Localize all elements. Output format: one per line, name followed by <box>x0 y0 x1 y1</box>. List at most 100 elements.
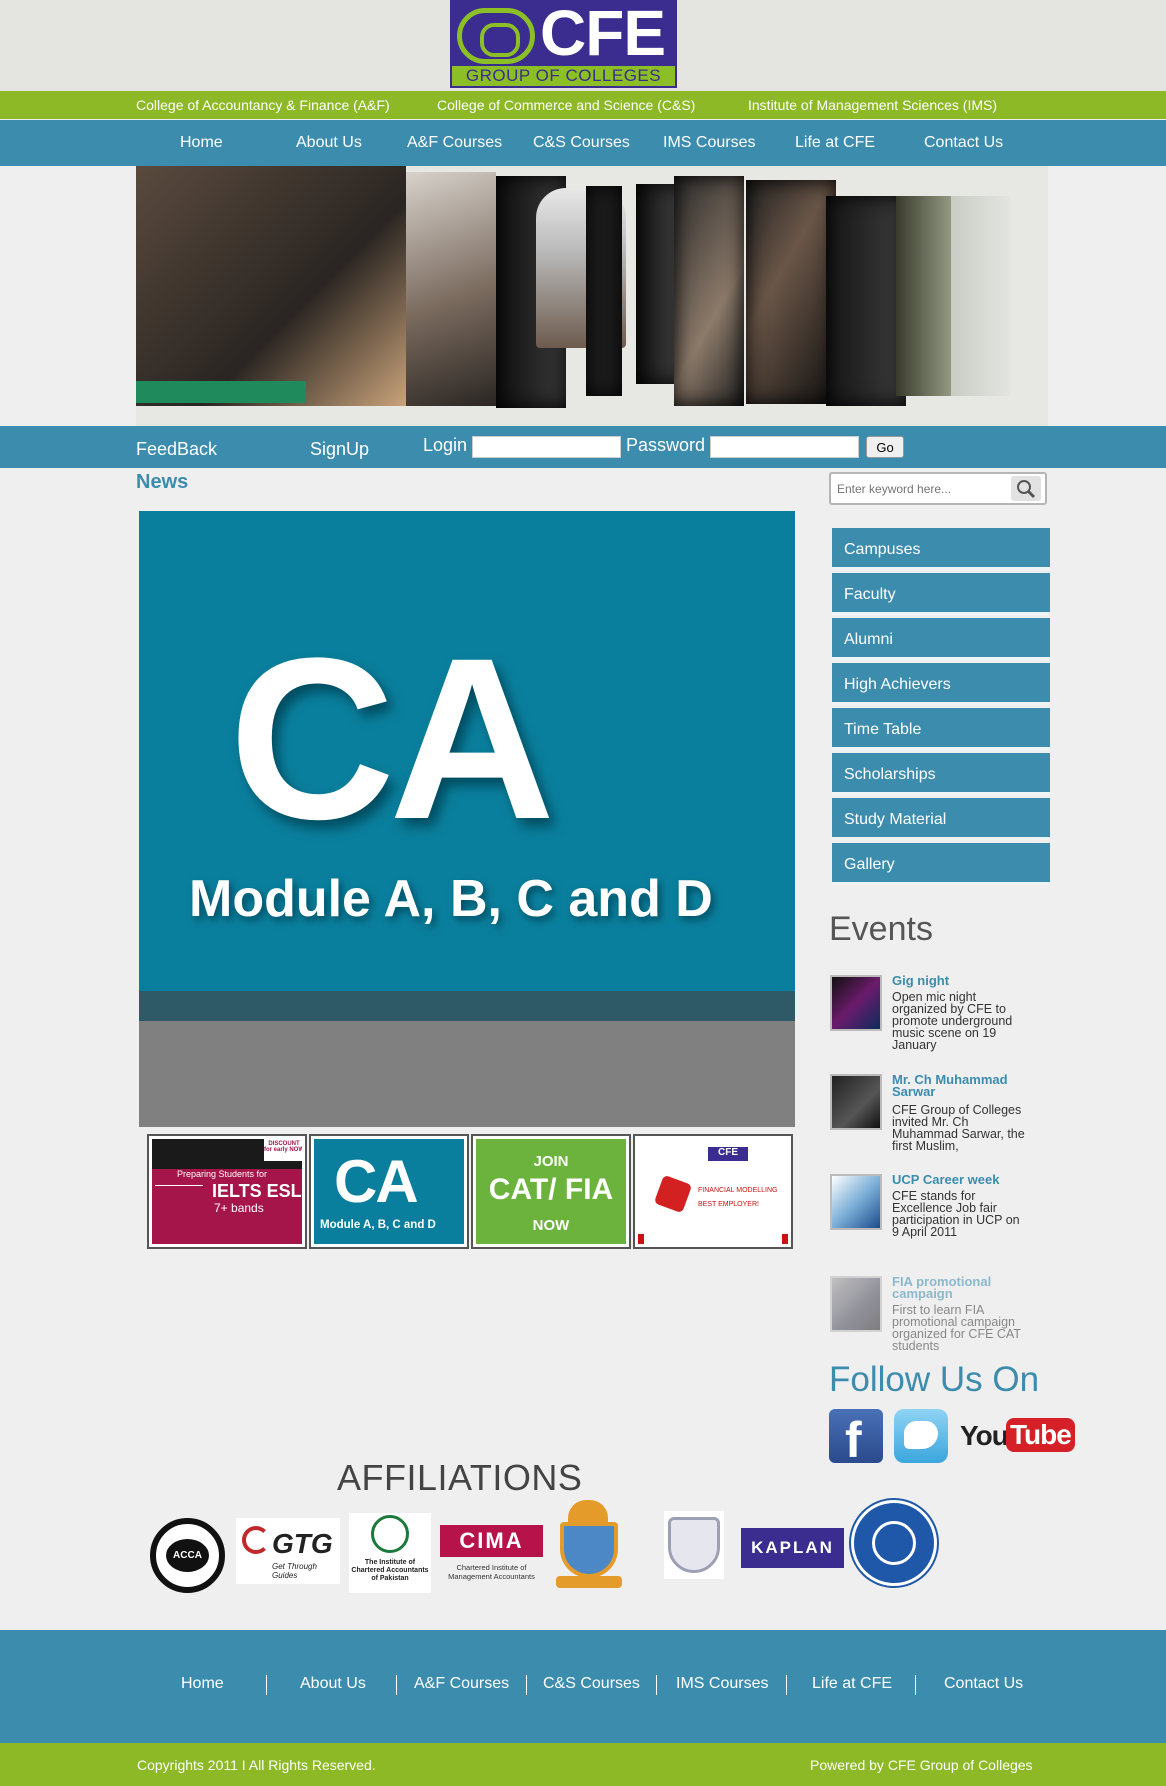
event-title[interactable]: Mr. Ch Muhammad Sarwar <box>892 1073 1032 1098</box>
gtg-logo[interactable]: GTG Get Through Guides <box>236 1518 340 1584</box>
sidebar-item-gallery[interactable]: Gallery <box>832 843 1050 885</box>
sidebar-item-faculty[interactable]: Faculty <box>832 573 1050 615</box>
thumb-text: BEST EMPLOYER! <box>698 1201 759 1208</box>
search-button[interactable] <box>1011 476 1041 501</box>
event-thumbnail <box>830 1074 882 1130</box>
banner-fade <box>951 196 1011 396</box>
acca-logo[interactable]: ACCA <box>150 1518 225 1593</box>
event-title[interactable]: Gig night <box>892 974 1032 987</box>
sidebar-item-time-table[interactable]: Time Table <box>832 708 1050 750</box>
search-icon <box>1017 480 1036 499</box>
twitter-bird <box>904 1421 938 1449</box>
header: CFE GROUP OF COLLEGES <box>0 0 1166 91</box>
news-thumb-financial-modelling[interactable]: CFE FINANCIAL MODELLING BEST EMPLOYER! <box>633 1134 793 1249</box>
event-title[interactable]: FIA promotional campaign <box>892 1275 1032 1300</box>
thumb-text: CA <box>334 1148 419 1215</box>
thumb-text: CFE <box>708 1147 748 1161</box>
footer-divider <box>915 1675 916 1695</box>
gtg-mark-icon <box>242 1526 270 1554</box>
college-link-cs[interactable]: College of Commerce and Science (C&S) <box>437 97 695 113</box>
event-item[interactable]: FIA promotional campaign First to learn … <box>830 1275 1032 1356</box>
nav-af-courses[interactable]: A&F Courses <box>407 134 502 152</box>
footer-link-about-us[interactable]: About Us <box>300 1675 366 1693</box>
nav-life-at-cfe[interactable]: Life at CFE <box>795 134 875 152</box>
logo-subtitle: GROUP OF COLLEGES <box>452 66 675 86</box>
nav-home[interactable]: Home <box>180 134 223 152</box>
nav-ims-courses[interactable]: IMS Courses <box>663 134 755 152</box>
nav-about-us[interactable]: About Us <box>296 134 362 152</box>
twitter-icon[interactable] <box>894 1409 948 1463</box>
icap-logo[interactable]: The Institute of Chartered Accountants o… <box>349 1513 431 1593</box>
event-description: CFE Group of Colleges invited Mr. Ch Muh… <box>892 1103 1025 1153</box>
event-item[interactable]: Mr. Ch Muhammad Sarwar CFE Group of Coll… <box>830 1073 1032 1154</box>
cima-logo[interactable]: CIMA Chartered Institute of Management A… <box>440 1525 543 1593</box>
slide-caption-bar <box>139 991 795 1021</box>
crest-shield-icon <box>560 1522 618 1578</box>
thumb-text: Module A, B, C and D <box>320 1219 436 1231</box>
copyright-text: Copyrights 2011 I All Rights Reserved. <box>137 1757 376 1773</box>
news-thumb-cat-fia[interactable]: JOIN CAT/ FIA NOW <box>471 1134 631 1249</box>
signup-link[interactable]: SignUp <box>310 439 369 460</box>
college-link-ims[interactable]: Institute of Management Sciences (IMS) <box>748 97 997 113</box>
facebook-glyph: f <box>845 1412 862 1468</box>
password-label: Password <box>626 435 706 455</box>
follow-us-title: Follow Us On <box>829 1360 1040 1399</box>
nav-contact-us[interactable]: Contact Us <box>924 134 1003 152</box>
sidebar-item-study-material[interactable]: Study Material <box>832 798 1050 840</box>
thumb-text: IELTS ESL <box>212 1181 302 1201</box>
banner-slab <box>826 196 906 406</box>
affiliations-title: AFFILIATIONS <box>337 1457 583 1498</box>
footer-divider <box>526 1675 527 1695</box>
sidebar-item-high-achievers[interactable]: High Achievers <box>832 663 1050 705</box>
university-crest-logo[interactable] <box>664 1511 724 1579</box>
facebook-icon[interactable]: f <box>829 1409 883 1468</box>
punjab-university-logo[interactable] <box>554 1500 624 1592</box>
thumb-frame <box>638 1234 788 1244</box>
sidebar-item-campuses[interactable]: Campuses <box>832 528 1050 570</box>
feedback-link[interactable]: FeedBack <box>136 439 217 460</box>
footer-link-home[interactable]: Home <box>181 1675 224 1693</box>
sidebar-item-scholarships[interactable]: Scholarships <box>832 753 1050 795</box>
footer-divider <box>656 1675 657 1695</box>
kaplan-logo[interactable]: KAPLAN <box>741 1528 844 1568</box>
discount-badge: DISCOUNT for early NOW <box>264 1139 302 1161</box>
thumb-text: JOIN <box>533 1153 569 1170</box>
news-title: News <box>136 471 189 493</box>
footer-link-cs-courses[interactable]: C&S Courses <box>543 1675 640 1693</box>
board-seal-logo[interactable] <box>851 1500 937 1586</box>
footer-link-ims-courses[interactable]: IMS Courses <box>676 1675 768 1693</box>
banner-photo-face <box>674 176 744 406</box>
event-thumbnail <box>830 975 882 1031</box>
sidebar-item-alumni[interactable]: Alumni <box>832 618 1050 660</box>
kaplan-text: KAPLAN <box>751 1538 834 1557</box>
slide-caption-area <box>139 1021 795 1127</box>
event-title[interactable]: UCP Career week <box>892 1173 1032 1186</box>
news-thumb-ielts[interactable]: DISCOUNT for early NOW Preparing Student… <box>147 1134 307 1249</box>
powered-by-link[interactable]: Powered by CFE Group of Colleges <box>810 1757 1033 1773</box>
banner-photo-student-1 <box>136 166 406 406</box>
icap-crest-icon <box>371 1515 409 1553</box>
news-thumb-ca[interactable]: CA Module A, B, C and D <box>309 1134 469 1249</box>
crest-shield-icon <box>668 1517 720 1573</box>
footer-divider <box>266 1675 267 1695</box>
news-slideshow[interactable]: CA Module A, B, C and D <box>139 511 795 1127</box>
event-description: First to learn FIA promotional campaign … <box>892 1303 1021 1353</box>
password-input[interactable] <box>710 436 859 458</box>
login-input[interactable] <box>472 436 621 458</box>
search-box <box>829 472 1047 505</box>
cfe-logo[interactable]: CFE GROUP OF COLLEGES <box>450 0 677 88</box>
thumb-score-list <box>155 1185 203 1241</box>
thumb-text: FINANCIAL MODELLING <box>698 1187 778 1194</box>
footer-link-af-courses[interactable]: A&F Courses <box>414 1675 509 1693</box>
footer-link-contact-us[interactable]: Contact Us <box>944 1675 1023 1693</box>
logo-text: CFE <box>540 0 666 69</box>
event-item[interactable]: Gig night Open mic night organized by CF… <box>830 974 1032 1055</box>
college-link-af[interactable]: College of Accountancy & Finance (A&F) <box>136 97 390 113</box>
search-input[interactable] <box>837 479 997 499</box>
event-thumbnail <box>830 1174 882 1230</box>
event-item[interactable]: UCP Career week CFE stands for Excellenc… <box>830 1173 1032 1254</box>
nav-cs-courses[interactable]: C&S Courses <box>533 134 630 152</box>
youtube-icon[interactable]: You Tube <box>960 1418 1075 1456</box>
go-button[interactable]: Go <box>866 436 904 458</box>
footer-link-life-at-cfe[interactable]: Life at CFE <box>812 1675 892 1693</box>
